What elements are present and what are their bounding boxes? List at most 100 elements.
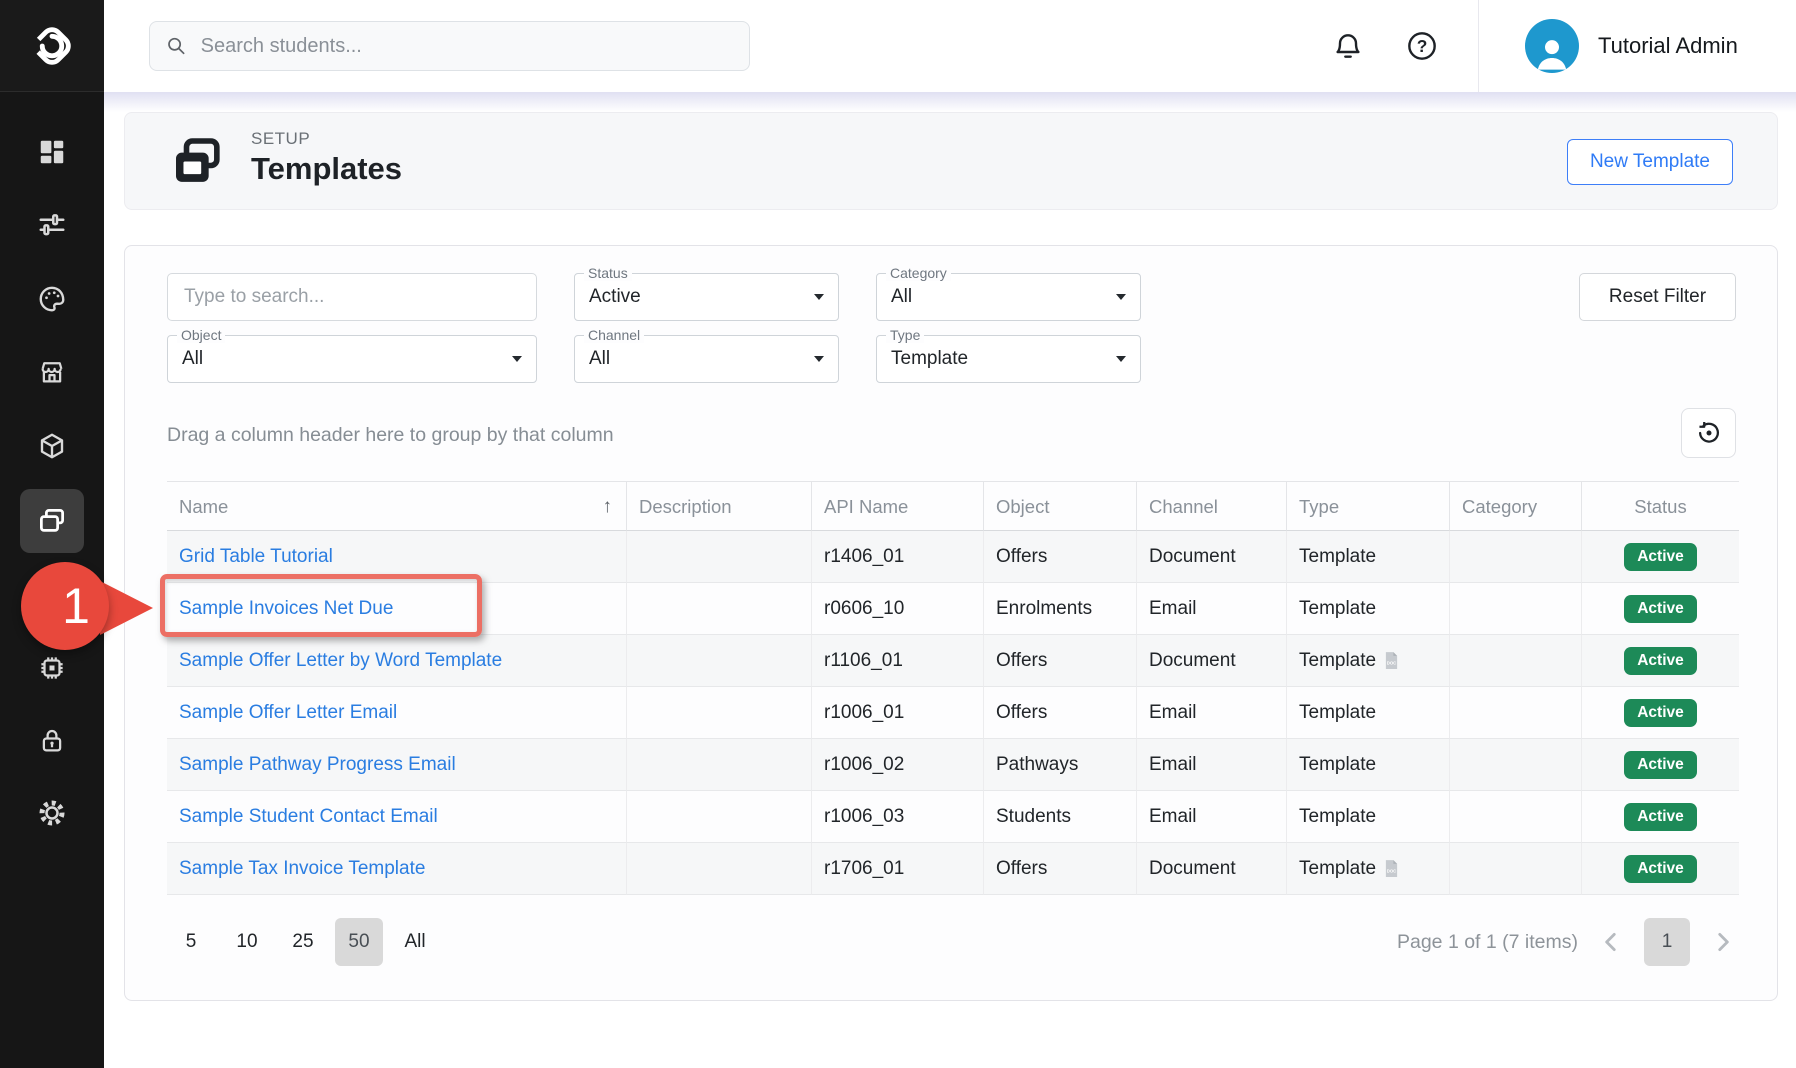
category-select[interactable]: Category All [876,273,1141,321]
status-badge: Active [1624,699,1697,727]
column-header-object[interactable]: Object [984,481,1137,531]
template-link[interactable]: Sample Tax Invoice Template [179,858,425,880]
column-header-channel[interactable]: Channel [1137,481,1287,531]
cell-type: Template [1287,531,1450,583]
object-select[interactable]: Object All [167,335,537,383]
cell-object: Offers [984,843,1137,895]
status-select[interactable]: Status Active [574,273,839,321]
sidebar-item-preferences[interactable] [20,781,84,845]
table-row[interactable]: Sample Student Contact Email r1006_03 St… [167,791,1739,843]
table-row[interactable]: Sample Offer Letter by Word Template r11… [167,635,1739,687]
column-header-category[interactable]: Category [1450,481,1582,531]
page-size-5[interactable]: 5 [167,918,215,966]
column-header-type[interactable]: Type [1287,481,1450,531]
cell-type: Template DOC [1287,635,1450,687]
type-select[interactable]: Type Template [876,335,1141,383]
template-link[interactable]: Sample Offer Letter Email [179,702,397,724]
page-size-all[interactable]: All [391,918,439,966]
table-row[interactable]: Sample Pathway Progress Email r1006_02 P… [167,739,1739,791]
cell-channel: Document [1137,531,1287,583]
sidebar-item-store[interactable] [20,340,84,404]
table-row[interactable]: Sample Offer Letter Email r1006_01 Offer… [167,687,1739,739]
chevron-down-icon [1116,356,1126,362]
status-badge: Active [1624,803,1697,831]
cell-type: Template [1287,687,1450,739]
template-link[interactable]: Sample Offer Letter by Word Template [179,650,502,672]
student-search[interactable] [149,21,750,71]
help-button[interactable]: ? [1406,30,1438,62]
table-row[interactable]: Sample Invoices Net Due r0606_10 Enrolme… [167,583,1739,635]
template-link[interactable]: Sample Invoices Net Due [179,598,393,620]
reset-filter-button[interactable]: Reset Filter [1579,273,1736,321]
new-template-button[interactable]: New Template [1567,139,1733,185]
page-size-selector: 5 10 25 50 All [167,918,439,966]
page-size-50-selected[interactable]: 50 [335,918,383,966]
template-link[interactable]: Sample Student Contact Email [179,806,438,828]
status-badge: Active [1624,543,1697,571]
breadcrumb-eyebrow: SETUP [251,129,310,149]
page-size-25[interactable]: 25 [279,918,327,966]
sidebar-item-settings-sliders[interactable] [20,194,84,258]
pager: Page 1 of 1 (7 items) 1 [1397,918,1736,966]
sidebar-item-templates[interactable] [20,489,84,553]
sort-ascending-icon[interactable]: ↑ [603,482,613,531]
sidebar-item-automation[interactable] [20,636,84,700]
dashboard-icon [37,137,67,167]
cell-type: Template DOC [1287,843,1450,895]
table-row[interactable]: Sample Tax Invoice Template r1706_01 Off… [167,843,1739,895]
notifications-button[interactable] [1332,30,1364,62]
type-value: Template [891,336,968,382]
filter-search-input[interactable] [168,274,536,320]
sidebar-item-security[interactable] [20,709,84,773]
palette-icon [37,284,67,314]
column-header-description[interactable]: Description [627,481,812,531]
channel-value: All [589,336,610,382]
cell-category [1450,739,1582,791]
cube-icon [37,431,67,461]
cell-channel: Email [1137,739,1287,791]
cell-api-name: r0606_10 [812,583,984,635]
group-by-hint: Drag a column header here to group by th… [167,424,614,447]
app-logo[interactable] [0,0,104,92]
table-row[interactable]: Grid Table Tutorial r1406_01 Offers Docu… [167,531,1739,583]
page-size-10[interactable]: 10 [223,918,271,966]
next-page-icon[interactable] [1710,929,1736,955]
cell-type: Template [1287,739,1450,791]
sidebar-item-products[interactable] [20,414,84,478]
user-name[interactable]: Tutorial Admin [1598,0,1738,92]
doc-file-icon: DOC [1384,651,1399,670]
search-input[interactable] [201,35,733,58]
search-icon [166,35,187,57]
column-header-api-name[interactable]: API Name [812,481,984,531]
sidebar-item-dashboard[interactable] [20,120,84,184]
bell-icon [1332,30,1364,62]
svg-text:?: ? [1417,36,1428,56]
channel-select[interactable]: Channel All [574,335,839,383]
current-page-button[interactable]: 1 [1644,918,1690,966]
table-header-row: Name↑ Description API Name Object Channe… [167,481,1739,531]
cell-object: Offers [984,687,1137,739]
cell-object: Offers [984,531,1137,583]
cell-type: Template [1287,583,1450,635]
revert-grid-button[interactable] [1681,408,1736,458]
cell-description [627,635,812,687]
chevron-down-icon [814,356,824,362]
cell-category [1450,635,1582,687]
sidebar-item-appearance[interactable] [20,267,84,331]
page-summary: Page 1 of 1 (7 items) [1397,931,1578,954]
help-icon: ? [1406,30,1438,62]
column-header-name[interactable]: Name↑ [167,481,627,531]
svg-text:DOC: DOC [1387,869,1397,874]
template-link[interactable]: Sample Pathway Progress Email [179,754,456,776]
previous-page-icon[interactable] [1598,929,1624,955]
filter-search[interactable] [167,273,537,321]
template-link[interactable]: Grid Table Tutorial [179,546,333,568]
cell-description [627,843,812,895]
cell-category [1450,531,1582,583]
cell-object: Students [984,791,1137,843]
column-header-status[interactable]: Status [1582,481,1739,531]
cell-type: Template [1287,791,1450,843]
revert-icon [1696,420,1722,446]
user-avatar[interactable] [1525,19,1579,73]
lock-icon [37,726,67,756]
